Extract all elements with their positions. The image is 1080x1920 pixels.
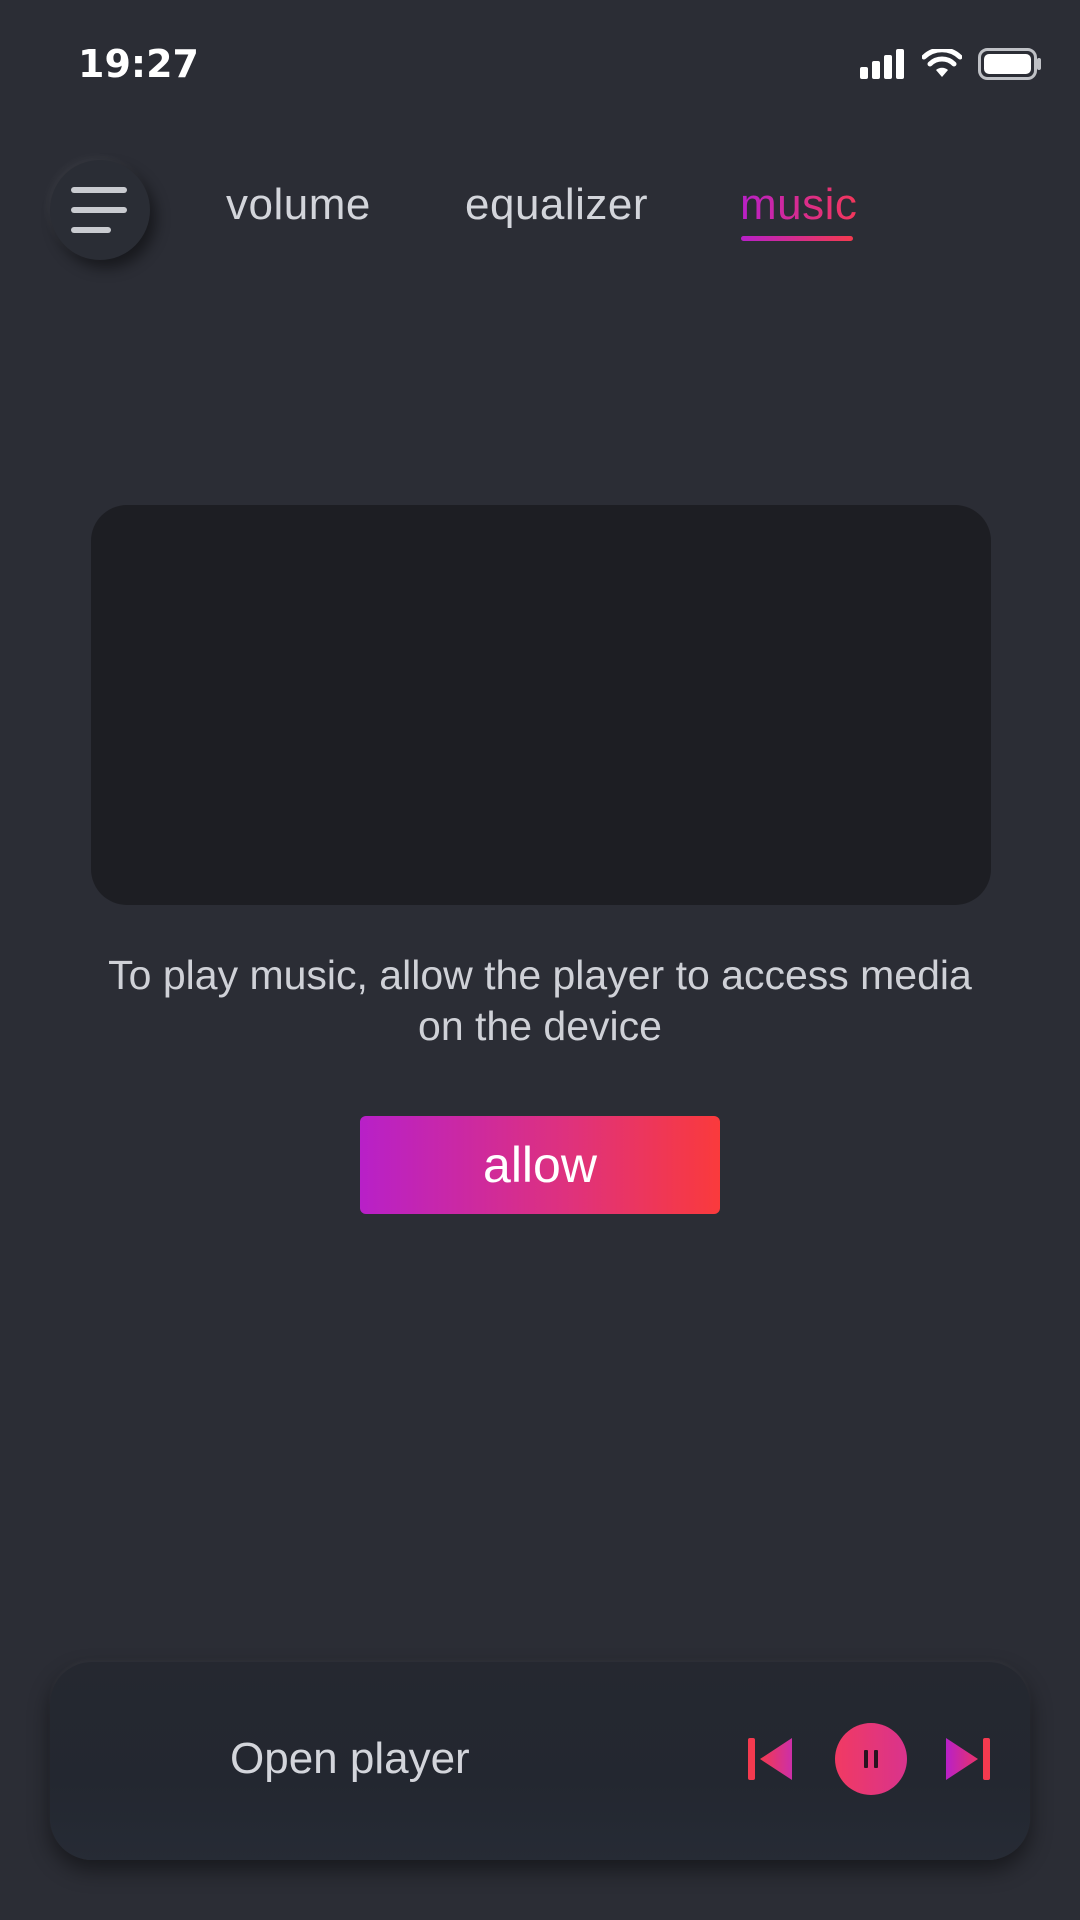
player-bar[interactable]: Open player xyxy=(50,1662,1030,1860)
signal-icon xyxy=(860,49,904,79)
waveform-icon xyxy=(88,1708,204,1814)
pause-button[interactable] xyxy=(835,1723,907,1795)
status-bar: 19:27 xyxy=(0,0,1080,130)
status-time: 19:27 xyxy=(78,42,199,86)
active-tab-indicator xyxy=(741,236,853,241)
tab-volume[interactable]: volume xyxy=(226,180,371,230)
top-nav: volume equalizer music xyxy=(0,150,1080,270)
menu-button[interactable] xyxy=(50,160,150,260)
skip-previous-icon xyxy=(748,1738,792,1780)
skip-next-button[interactable] xyxy=(942,1734,992,1784)
allow-button[interactable]: allow xyxy=(360,1116,720,1214)
media-placeholder xyxy=(91,505,991,905)
tab-equalizer[interactable]: equalizer xyxy=(465,180,648,230)
wifi-icon xyxy=(922,49,962,77)
skip-previous-button[interactable] xyxy=(746,1734,796,1784)
skip-next-icon xyxy=(946,1738,990,1780)
status-icons xyxy=(860,48,1042,80)
tab-music[interactable]: music xyxy=(740,180,857,230)
permission-message: To play music, allow the player to acces… xyxy=(108,952,972,1049)
open-player-label[interactable]: Open player xyxy=(230,1734,470,1784)
hamburger-menu-icon xyxy=(71,187,127,233)
battery-icon xyxy=(978,48,1041,80)
pause-icon xyxy=(864,1750,878,1768)
